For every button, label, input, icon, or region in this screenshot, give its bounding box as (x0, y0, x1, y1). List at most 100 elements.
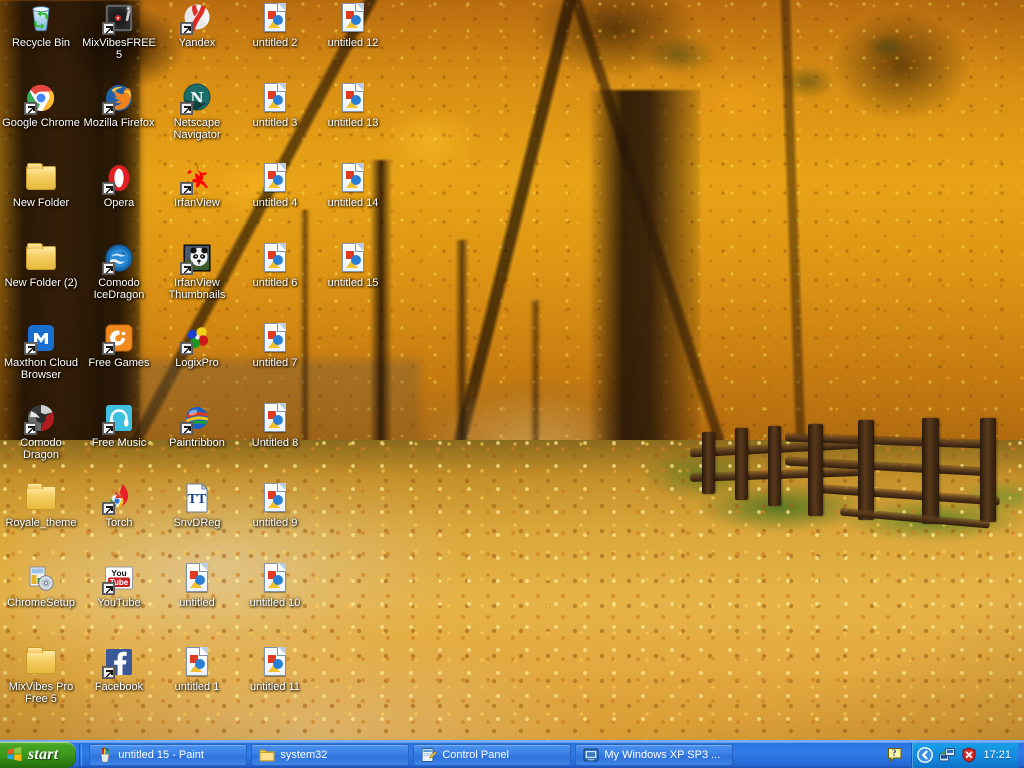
desktop-icon-logixpro[interactable]: LogixPro (158, 322, 236, 369)
desktop-icon-opera[interactable]: Opera (80, 162, 158, 209)
desktop-icon-label: Opera (103, 197, 135, 209)
desktop-icon-label: untitled 7 (252, 357, 298, 369)
desktop-icon-maxthon-cloud-browser[interactable]: Maxthon Cloud Browser (2, 322, 80, 381)
desktop-icon-untitled-10[interactable]: untitled 10 (236, 562, 314, 609)
desktop-icon-mixvibesfree5[interactable]: MixVibesFREE5 (80, 2, 158, 61)
desktop-icon-label: IrfanView (174, 197, 220, 209)
yandex-browser-icon (180, 2, 213, 35)
desktop-icon-label: Paintribbon (169, 437, 225, 449)
desktop-icon-label: untitled 1 (174, 681, 220, 693)
image-file-icon (259, 562, 291, 594)
desktop-icon-untitled-14[interactable]: untitled 14 (314, 162, 392, 209)
irfanview-icon (180, 162, 213, 195)
netscape-navigator-icon: N (180, 82, 213, 115)
desktop-icon-new-folder[interactable]: New Folder (2, 162, 80, 209)
help-balloon-icon[interactable]: ? (887, 747, 903, 763)
system-tray: ? 17:21 (883, 741, 1024, 768)
youtube-icon: You Tube (102, 562, 135, 595)
desktop-icon-comodo-icedragon[interactable]: Comodo IceDragon (80, 242, 158, 301)
image-file-icon (259, 402, 291, 434)
desktop-icon-label: Untitled 8 (251, 437, 299, 449)
security-shield-icon[interactable] (961, 746, 977, 763)
desktop-icon-irfanview-thumbnails[interactable]: IrfanView Thumbnails (158, 242, 236, 301)
taskbar-button-label: My Windows XP SP3 ... (604, 748, 721, 761)
desktop-icon-free-music[interactable]: Free Music (80, 402, 158, 449)
desktop-icon-label: Mozilla Firefox (83, 117, 155, 129)
desktop-icon-untitled-2[interactable]: untitled 2 (236, 2, 314, 49)
desktop-icon-label: untitled 12 (327, 37, 379, 49)
desktop-icon-untitled-11[interactable]: untitled 11 (236, 646, 314, 693)
desktop-icon-untitled-1[interactable]: untitled 1 (158, 646, 236, 693)
desktop-icon-untitled-7[interactable]: untitled 7 (236, 322, 314, 369)
desktop-icon-label: MixVibes Pro Free 5 (8, 681, 74, 705)
desktop-icon-comodo-dragon[interactable]: Comodo Dragon (2, 402, 80, 461)
desktop-icon-untitled-9[interactable]: untitled 9 (236, 482, 314, 529)
desktop-icon-chromesetup[interactable]: ChromeSetup (2, 562, 80, 609)
desktop-icon-mixvibes-pro-free-5[interactable]: MixVibes Pro Free 5 (2, 646, 80, 705)
desktop-icon-untitled-12[interactable]: untitled 12 (314, 2, 392, 49)
desktop-icon-label: ChromeSetup (7, 597, 75, 609)
taskbar-buttons: untitled 15 - Paint system32 Control Pan… (85, 743, 883, 766)
desktop-icon-label: New Folder (12, 197, 70, 209)
svg-text:?: ? (892, 748, 897, 758)
desktop-icon-free-games[interactable]: Free Games (80, 322, 158, 369)
taskbar-button-system32[interactable]: system32 (251, 743, 410, 766)
taskbar-button-control-panel[interactable]: Control Panel (413, 743, 572, 766)
desktop-icon-untitled[interactable]: untitled (158, 562, 236, 609)
facebook-icon (102, 646, 135, 679)
desktop-icon-label: Maxthon Cloud Browser (4, 357, 78, 381)
desktop-icon-label: Royale_theme (5, 517, 77, 529)
mozilla-firefox-icon (102, 82, 135, 115)
desktop-icon-untitled-15[interactable]: untitled 15 (314, 242, 392, 289)
svg-text:You: You (111, 568, 126, 578)
taskbar-button-untitled-15-paint[interactable]: untitled 15 - Paint (89, 743, 248, 766)
taskbar-separator (79, 743, 83, 766)
desktop-icon-untitled-4[interactable]: untitled 4 (236, 162, 314, 209)
desktop-icon-label: Google Chrome (2, 117, 80, 129)
desktop-icon-paintribbon[interactable]: Paintribbon (158, 402, 236, 449)
network-connection-icon[interactable] (939, 747, 956, 763)
desktop-icon-label: untitled 6 (252, 277, 298, 289)
desktop-icon-untitled-3[interactable]: untitled 3 (236, 82, 314, 129)
truetype-font-icon: TT (181, 482, 213, 514)
desktop-icon-royale-theme[interactable]: Royale_theme (2, 482, 80, 529)
desktop-icon-recycle-bin[interactable]: Recycle Bin (2, 2, 80, 49)
image-file-icon (337, 2, 369, 34)
desktop-icon-facebook[interactable]: Facebook (80, 646, 158, 693)
desktop-icon-label: Torch (105, 517, 133, 529)
desktop-icon-snvdreg[interactable]: TT SnvDReg (158, 482, 236, 529)
desktop-icon-label: Recycle Bin (11, 37, 71, 49)
torch-browser-icon (102, 482, 135, 515)
taskbar-button-my-windows-xp-sp3[interactable]: My Windows XP SP3 ... (575, 743, 734, 766)
logixpro-icon (180, 322, 213, 355)
mixvibes-turntable-icon (102, 2, 135, 35)
desktop-icon-label: LogixPro (175, 357, 219, 369)
desktop-icon-irfanview[interactable]: IrfanView (158, 162, 236, 209)
image-file-icon (259, 162, 291, 194)
comodo-icedragon-icon (102, 242, 135, 275)
paintribbon-icon (180, 402, 213, 435)
desktop-icon-youtube[interactable]: You Tube YouTube (80, 562, 158, 609)
desktop-icon-untitled-13[interactable]: untitled 13 (314, 82, 392, 129)
image-file-icon (259, 82, 291, 114)
desktop-icon-untitled-8[interactable]: Untitled 8 (236, 402, 314, 449)
start-button[interactable]: start (0, 741, 77, 768)
desktop-icon-untitled-6[interactable]: untitled 6 (236, 242, 314, 289)
irfanview-thumbnails-icon (180, 242, 213, 275)
desktop-icon-new-folder-2[interactable]: New Folder (2) (2, 242, 80, 289)
desktop-icon-netscape-navigator[interactable]: N Netscape Navigator (158, 82, 236, 141)
desktop-icon-label: untitled 3 (252, 117, 298, 129)
desktop-icon-yandex[interactable]: Yandex (158, 2, 236, 49)
image-file-icon (259, 482, 291, 514)
desktop-icon-mozilla-firefox[interactable]: Mozilla Firefox (80, 82, 158, 129)
taskbar: start untitled 15 - Paint system32 Contr… (0, 740, 1024, 768)
desktop-icon-google-chrome[interactable]: Google Chrome (2, 82, 80, 129)
show-hidden-icons-chevron-icon[interactable] (917, 746, 934, 763)
google-chrome-icon (24, 82, 57, 115)
desktop-icon-label: untitled 9 (252, 517, 298, 529)
taskbar-clock[interactable]: 17:21 (983, 749, 1011, 761)
image-file-icon (259, 322, 291, 354)
folder-icon (25, 482, 57, 514)
desktop-icon-label: YouTube (97, 597, 141, 609)
desktop-icon-torch[interactable]: Torch (80, 482, 158, 529)
